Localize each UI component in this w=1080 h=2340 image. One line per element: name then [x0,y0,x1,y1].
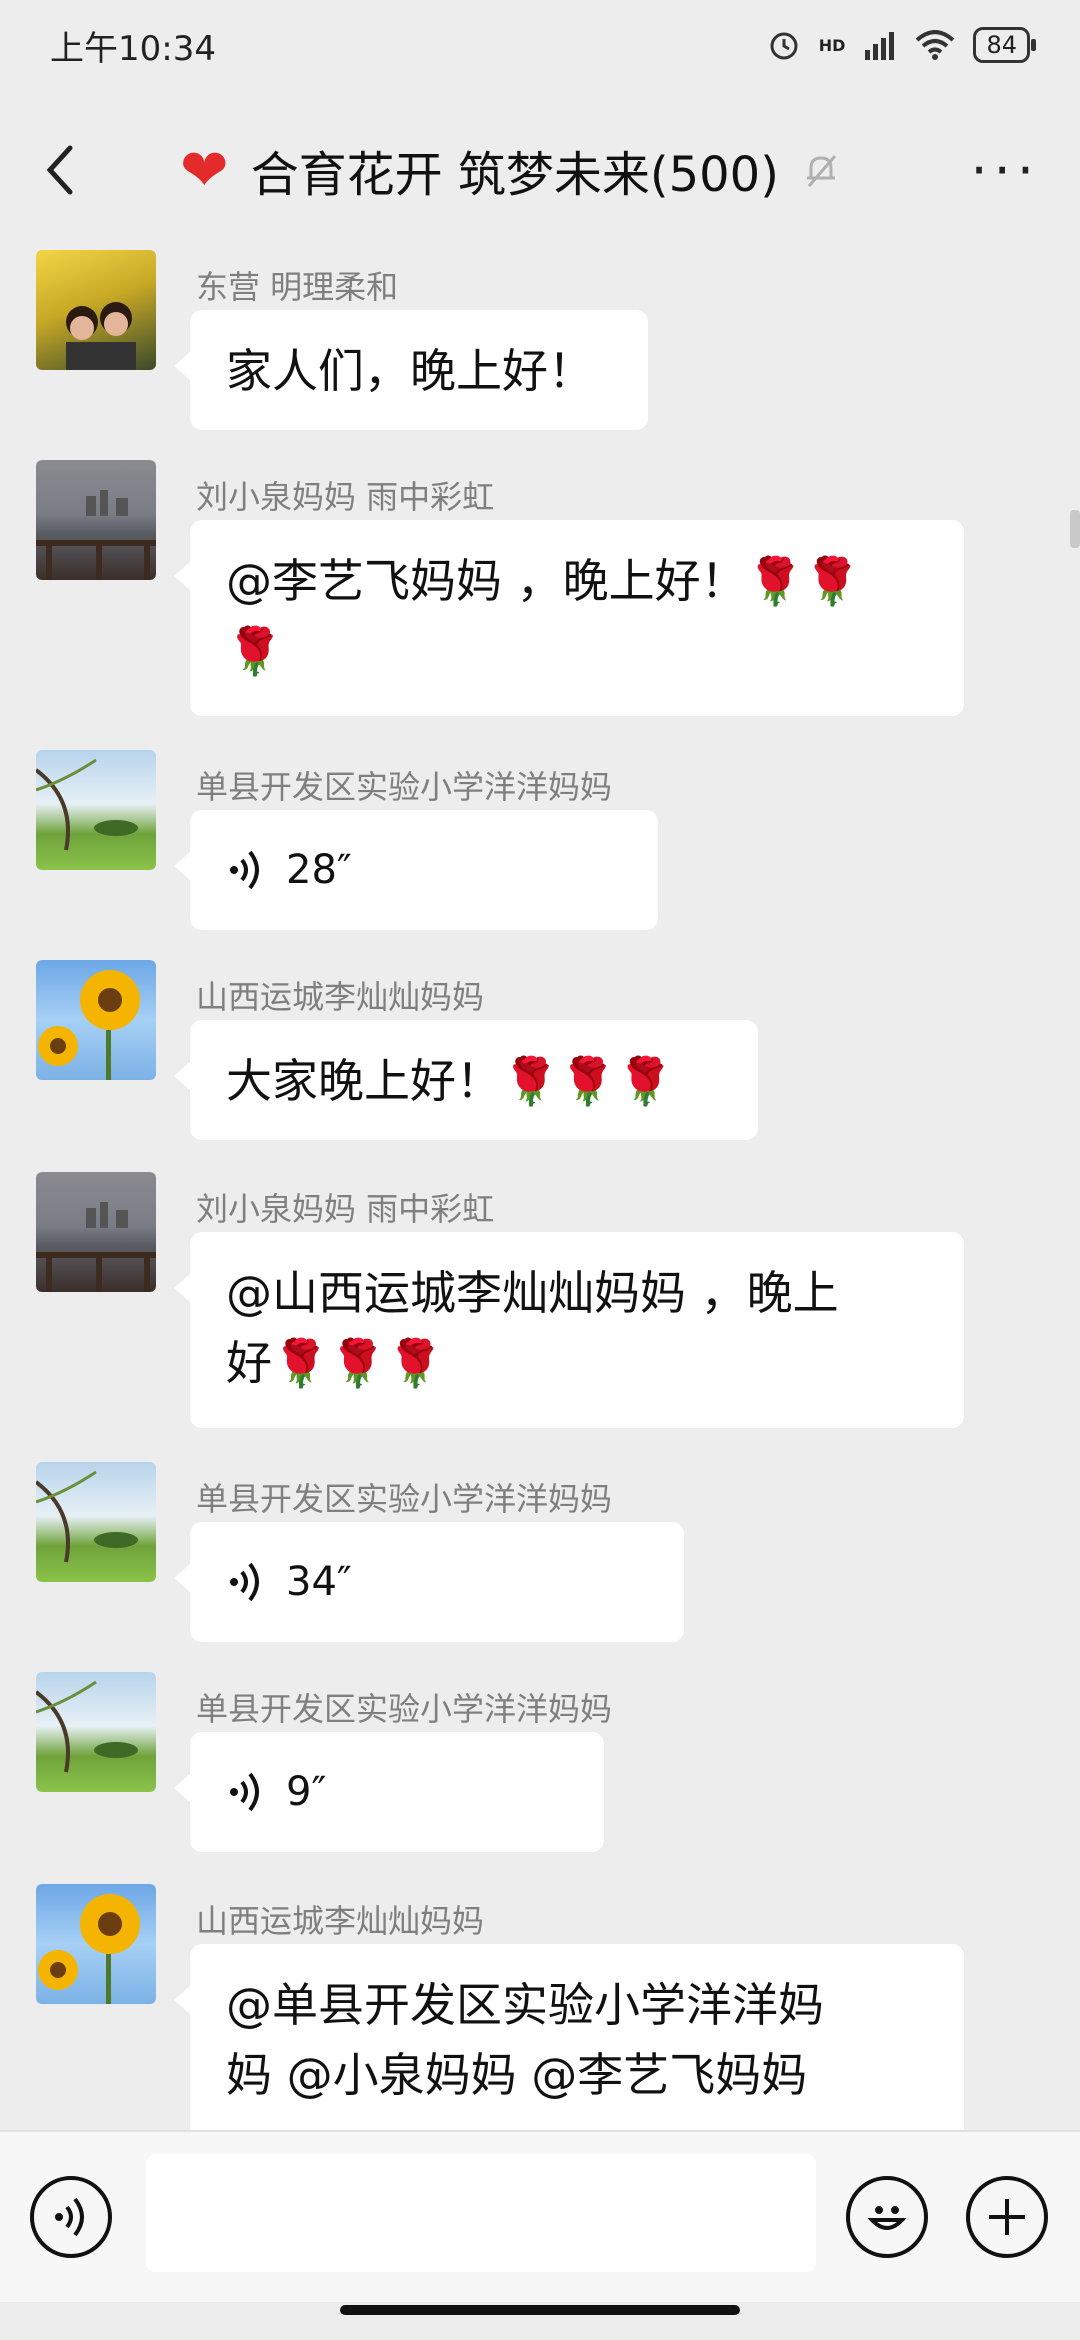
add-more-button[interactable] [966,2176,1048,2258]
message-item: 刘小泉妈妈 雨中彩虹 @李艺飞妈妈 ，晚上好！🌹🌹 🌹 [36,460,1080,750]
message-text-line: 🌹 [226,624,284,678]
avatar-image [36,1680,138,1773]
smiley-icon [867,2206,907,2230]
emoji-button[interactable] [846,2176,928,2258]
avatar-image [66,302,136,370]
voice-duration: 34″ [286,1559,352,1605]
alarm-icon [770,32,798,60]
voice-input-button[interactable] [30,2176,112,2258]
home-indicator[interactable] [340,2305,740,2315]
group-title: 合育花开 筑梦未来(500) [250,147,779,203]
message-item: 山西运城李灿灿妈妈 大家晚上好！🌹🌹🌹 [36,960,1080,1172]
back-button[interactable] [40,140,100,200]
avatar[interactable] [36,1172,156,1292]
message-item: 单县开发区实验小学洋洋妈妈 28″ [36,750,1080,960]
message-text: 家人们，晚上好！ [226,344,594,398]
voice-message-bubble[interactable]: 34″ [174,1522,684,1642]
avatar[interactable] [36,250,156,370]
sender-name: 山西运城李灿灿妈妈 [196,1902,485,1940]
avatar[interactable] [36,1884,156,2004]
sender-name: 单县开发区实验小学洋洋妈妈 [196,1690,613,1728]
avatar[interactable] [36,960,156,1080]
sender-name: 刘小泉妈妈 雨中彩虹 [196,1190,495,1228]
status-bar: 上午10:34 HD 84 [0,0,1080,90]
chevron-left-icon [46,145,73,195]
avatar-image [36,1202,156,1292]
avatar-image [36,758,138,851]
message-item: 单县开发区实验小学洋洋妈妈 34″ [36,1462,1080,1672]
chat-header: ❤ 合育花开 筑梦未来(500) ··· [0,110,1080,230]
voice-duration: 9″ [286,1769,327,1815]
avatar-image [36,1470,138,1563]
avatar[interactable] [36,460,156,580]
avatar-image [38,970,140,1080]
scrollbar[interactable] [1070,510,1080,548]
voice-message-bubble[interactable]: 9″ [174,1732,604,1852]
message-item: 刘小泉妈妈 雨中彩虹 @山西运城李灿灿妈妈 ，晚上 好🌹🌹🌹 [36,1172,1080,1462]
voice-wave-icon [230,850,259,890]
plus-icon [989,2199,1025,2235]
signal-icon [865,32,895,60]
message-bubble[interactable]: @李艺飞妈妈 ，晚上好！🌹🌹 🌹 [174,520,964,716]
message-bubble[interactable]: 大家晚上好！🌹🌹🌹 [174,1020,758,1140]
sender-name: 山西运城李灿灿妈妈 [196,978,485,1016]
message-text-line: @李艺飞妈妈 ，晚上好！🌹🌹 [226,554,862,608]
avatar-image [38,1894,140,2004]
battery-indicator: 84 [973,27,1036,63]
heart-icon: ❤ [180,136,229,204]
sender-name: 单县开发区实验小学洋洋妈妈 [196,768,613,806]
message-text-line: 好🌹🌹🌹 [226,1336,444,1390]
mute-bell-icon [806,155,837,187]
voice-duration: 28″ [286,847,352,893]
message-text-line: 妈 @小泉妈妈 @李艺飞妈妈 [226,2048,808,2102]
message-input[interactable] [146,2154,816,2272]
status-time: 上午10:34 [50,28,216,69]
voice-wave-icon [230,1562,259,1602]
avatar[interactable] [36,1672,156,1792]
message-text-line: @山西运城李灿灿妈妈 ，晚上 [226,1266,839,1320]
avatar-image [36,490,156,580]
message-bubble[interactable]: @单县开发区实验小学洋洋妈 妈 @小泉妈妈 @李艺飞妈妈 [174,1944,964,2130]
message-item: 山西运城李灿灿妈妈 @单县开发区实验小学洋洋妈 妈 @小泉妈妈 @李艺飞妈妈 [36,1884,1080,2130]
sender-name: 刘小泉妈妈 雨中彩虹 [196,478,495,516]
input-bar [0,2130,1080,2302]
message-text: 大家晚上好！🌹🌹🌹 [226,1054,674,1108]
avatar[interactable] [36,750,156,870]
avatar[interactable] [36,1462,156,1582]
message-item: 东营 明理柔和 家人们，晚上好！ [36,250,1080,460]
message-bubble[interactable]: 家人们，晚上好！ [174,310,648,430]
message-item: 单县开发区实验小学洋洋妈妈 9″ [36,1672,1080,1884]
title-area[interactable]: ❤ 合育花开 筑梦未来(500) [180,135,971,205]
voice-message-bubble[interactable]: 28″ [174,810,658,930]
message-text-line: @单县开发区实验小学洋洋妈 [226,1978,824,2032]
sender-name: 东营 明理柔和 [196,268,399,306]
voice-wave-icon [230,1772,259,1812]
chat-list[interactable]: 东营 明理柔和 家人们，晚上好！ 刘小泉妈妈 雨中彩虹 @李艺飞妈妈 ，晚上好！… [0,250,1080,2130]
more-options-icon[interactable]: ··· [971,139,1041,202]
hd-signal-icon: HD [818,35,846,55]
wifi-icon [916,30,955,60]
message-bubble[interactable]: @山西运城李灿灿妈妈 ，晚上 好🌹🌹🌹 [174,1232,964,1428]
status-icons: HD 84 [767,27,1036,63]
sender-name: 单县开发区实验小学洋洋妈妈 [196,1480,613,1518]
voice-wave-icon [55,2197,84,2237]
